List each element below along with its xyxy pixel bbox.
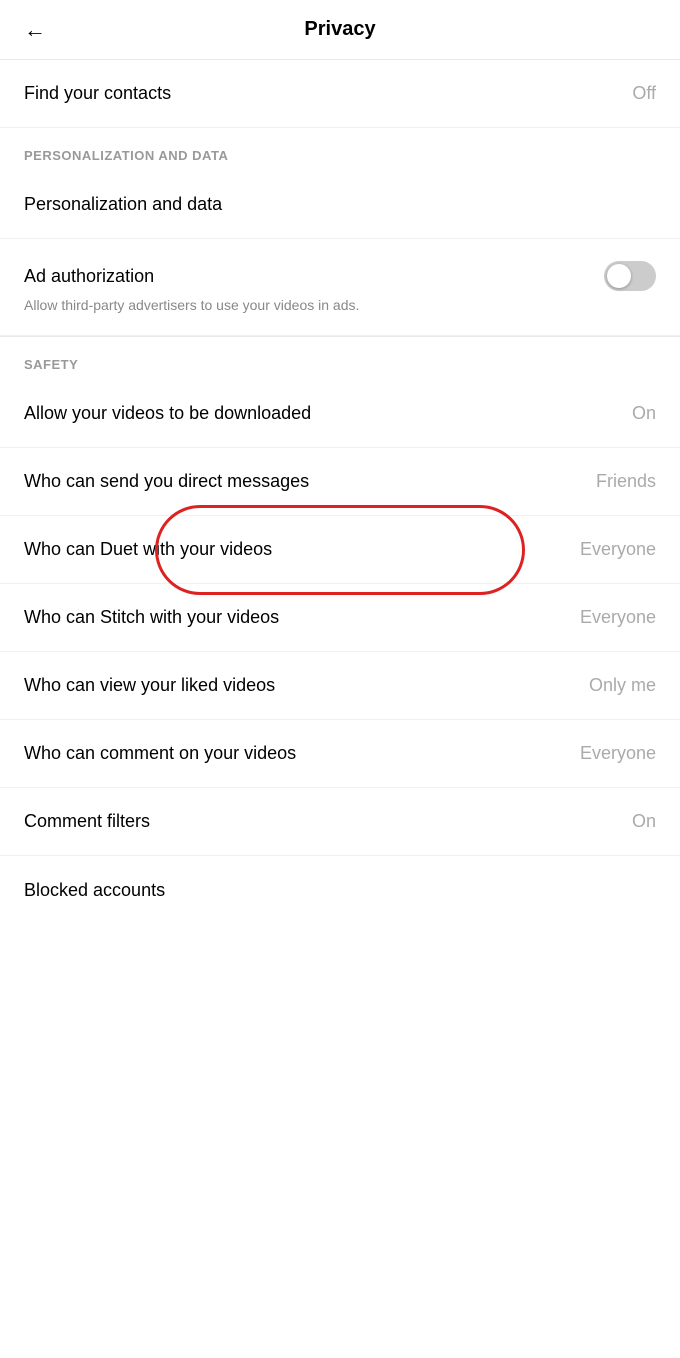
personalization-label: Personalization and data [24, 194, 656, 215]
liked-videos-label: Who can view your liked videos [24, 675, 577, 696]
direct-messages-value: Friends [596, 471, 656, 492]
find-contacts-value: Off [632, 83, 656, 104]
allow-downloads-value: On [632, 403, 656, 424]
toggle-thumb [607, 264, 631, 288]
ad-auth-description: Allow third-party advertisers to use you… [24, 297, 656, 313]
liked-videos-value: Only me [589, 675, 656, 696]
safety-section-header: SAFETY [0, 337, 680, 380]
comments-item[interactable]: Who can comment on your videos Everyone [0, 720, 680, 788]
header: ← Privacy [0, 0, 680, 60]
page-title: Privacy [304, 18, 375, 41]
stitch-value: Everyone [580, 607, 656, 628]
duet-value: Everyone [580, 539, 656, 560]
direct-messages-item[interactable]: Who can send you direct messages Friends [0, 448, 680, 516]
personalization-item[interactable]: Personalization and data [0, 171, 680, 239]
direct-messages-label: Who can send you direct messages [24, 471, 584, 492]
ad-auth-row: Ad authorization [24, 261, 656, 291]
comment-filters-item[interactable]: Comment filters On [0, 788, 680, 856]
ad-authorization-item[interactable]: Ad authorization Allow third-party adver… [0, 239, 680, 336]
find-contacts-label: Find your contacts [24, 83, 620, 104]
duet-item[interactable]: Who can Duet with your videos Everyone [0, 516, 680, 584]
comments-value: Everyone [580, 743, 656, 764]
stitch-item[interactable]: Who can Stitch with your videos Everyone [0, 584, 680, 652]
find-contacts-item[interactable]: Find your contacts Off [0, 60, 680, 128]
blocked-accounts-item[interactable]: Blocked accounts [0, 856, 680, 924]
duet-label: Who can Duet with your videos [24, 539, 568, 560]
ad-auth-toggle[interactable] [604, 261, 656, 291]
allow-downloads-item[interactable]: Allow your videos to be downloaded On [0, 380, 680, 448]
back-button[interactable]: ← [20, 13, 50, 47]
comment-filters-value: On [632, 811, 656, 832]
comment-filters-label: Comment filters [24, 811, 620, 832]
personalization-section-header: PERSONALIZATION AND DATA [0, 128, 680, 171]
comments-label: Who can comment on your videos [24, 743, 568, 764]
ad-auth-label: Ad authorization [24, 266, 154, 287]
stitch-label: Who can Stitch with your videos [24, 607, 568, 628]
liked-videos-item[interactable]: Who can view your liked videos Only me [0, 652, 680, 720]
allow-downloads-label: Allow your videos to be downloaded [24, 403, 620, 424]
toggle-track [604, 261, 656, 291]
blocked-accounts-label: Blocked accounts [24, 880, 656, 901]
